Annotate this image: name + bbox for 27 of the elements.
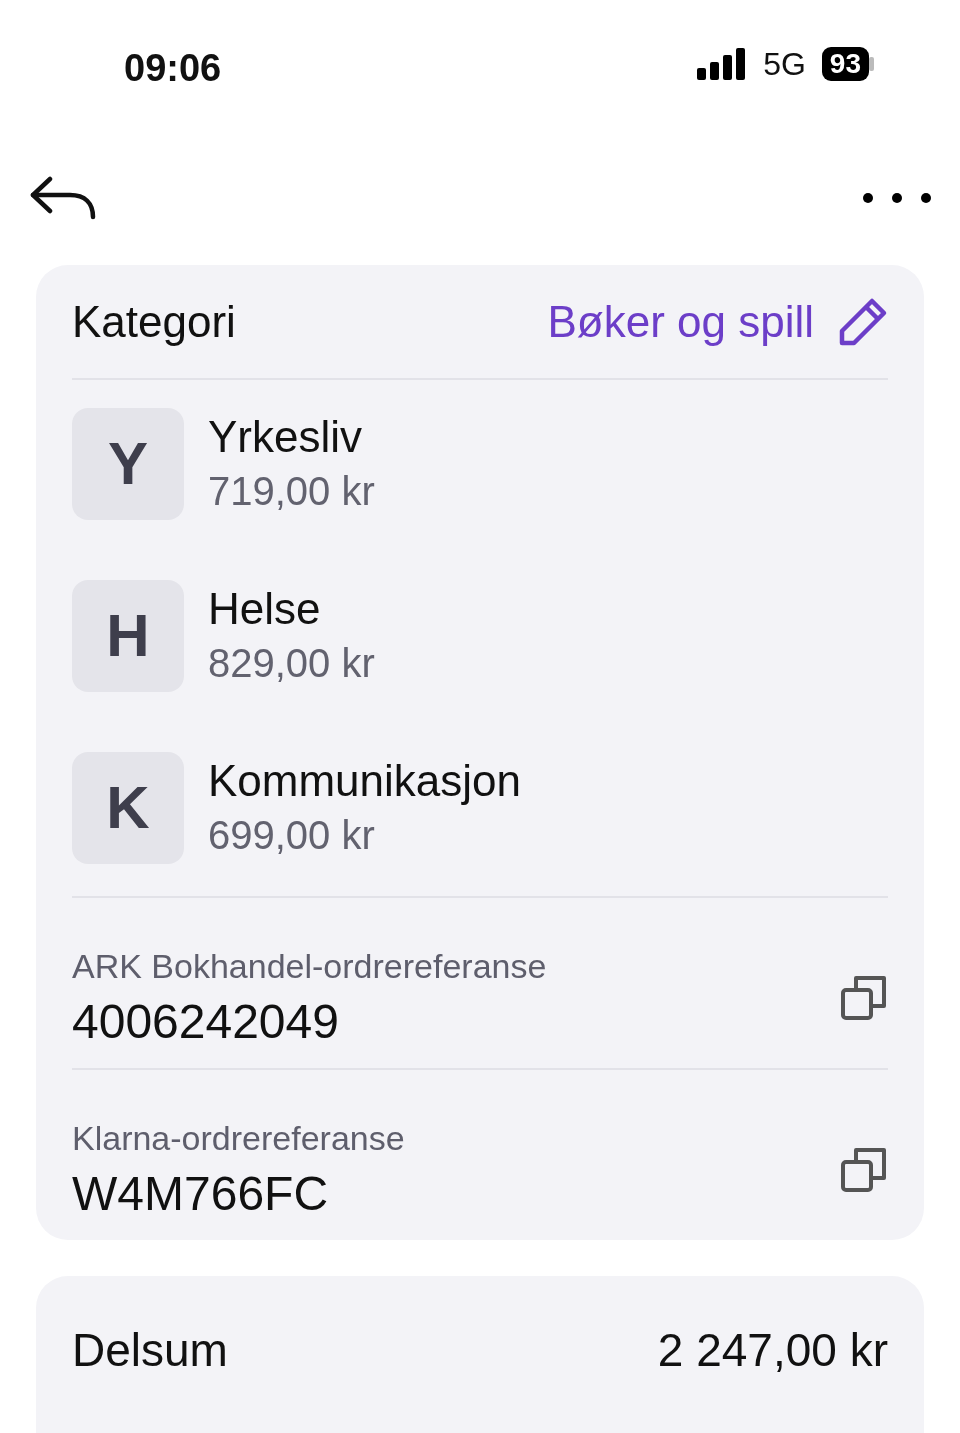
category-label: Kategori xyxy=(72,295,236,348)
status-time: 09:06 xyxy=(124,46,222,91)
item-name: Yrkesliv xyxy=(208,411,364,463)
category-value[interactable]: Bøker og spill xyxy=(547,288,814,355)
item-name: Kommunikasjon xyxy=(208,755,522,807)
battery-tip-icon xyxy=(869,57,874,71)
network-label: 5G xyxy=(763,45,806,84)
summary-label: Delsum xyxy=(72,1323,228,1378)
battery-level: 93 xyxy=(821,47,869,81)
initial-avatar: K xyxy=(72,752,184,864)
reference-label: Klarna-ordrereferanse xyxy=(72,1118,405,1159)
item-amount: 829,00 kr xyxy=(208,640,375,688)
summary-value: 2 247,00 kr xyxy=(657,1323,888,1378)
item-amount: 699,00 kr xyxy=(208,812,376,860)
initial-avatar: H xyxy=(72,580,184,692)
back-icon[interactable] xyxy=(30,174,96,221)
reference-label: ARK Bokhandel-ordrereferanse xyxy=(72,946,547,987)
reference-value: 4006242049 xyxy=(72,993,340,1050)
item-name: Helse xyxy=(208,583,322,635)
more-icon[interactable] xyxy=(862,191,932,204)
reference-value: W4M766FC xyxy=(72,1165,330,1222)
signal-icon xyxy=(697,48,748,80)
copy-icon[interactable] xyxy=(840,974,888,1022)
initial-avatar: Y xyxy=(72,408,184,520)
item-amount: 719,00 kr xyxy=(208,468,375,516)
edit-icon[interactable] xyxy=(838,296,888,347)
copy-icon[interactable] xyxy=(840,1146,888,1194)
